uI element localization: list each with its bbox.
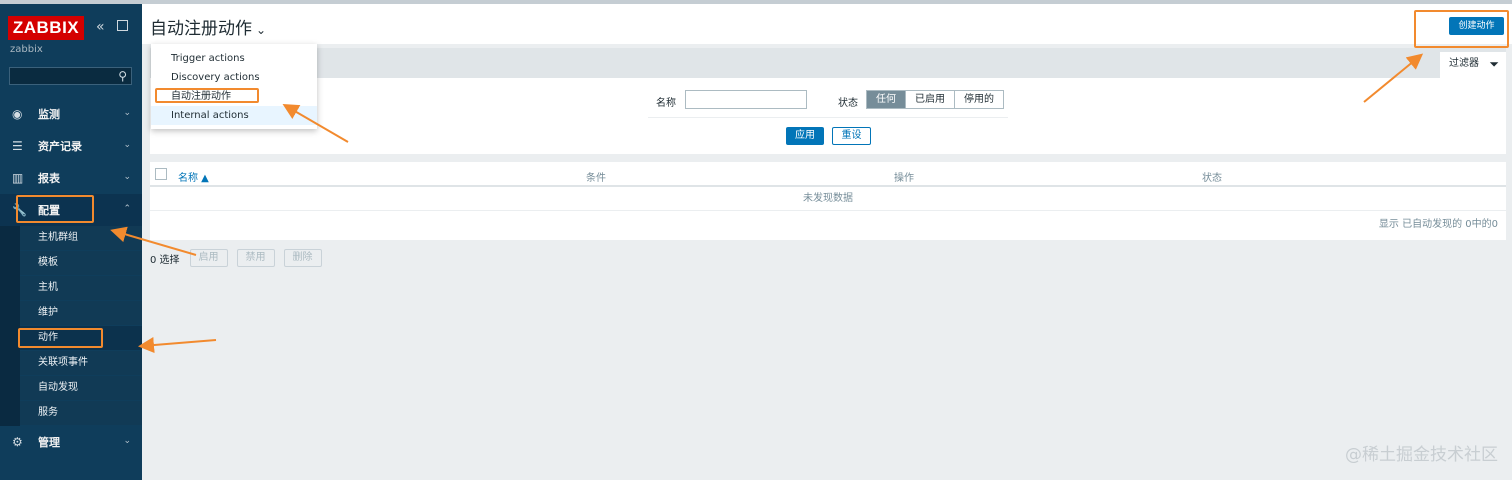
submenu-item-maintenance[interactable]: 维护 (20, 301, 142, 326)
menu-label: 管理 (38, 436, 60, 449)
filter-panel: 名称 状态 任何 已启用 停用的 应用 重设 (150, 78, 1506, 154)
filter-tabbar: 过滤器 ⏷ (150, 48, 1506, 78)
filter-divider (648, 117, 1008, 118)
dropdown-item-trigger-actions[interactable]: Trigger actions (151, 49, 317, 68)
submenu-item-hosts[interactable]: 主机 (20, 276, 142, 301)
column-status: 状态 (1202, 173, 1222, 184)
menu-label: 监测 (38, 108, 60, 121)
status-option-disabled[interactable]: 停用的 (955, 91, 1003, 108)
chevron-up-icon: ⌃ (123, 204, 131, 214)
mass-action-bar: 0 选择 启用 禁用 删除 (150, 249, 331, 267)
table-header: 名称 ▲ 条件 操作 状态 (150, 162, 1506, 187)
watermark: @稀土掘金技术社区 (1345, 445, 1498, 465)
menu-item-reports[interactable]: ▥ 报表 ⌄ (0, 162, 142, 194)
server-name: zabbix (10, 44, 43, 55)
status-option-any[interactable]: 任何 (867, 91, 906, 108)
action-type-dropdown: Trigger actions Discovery actions 自动注册动作… (151, 44, 317, 129)
filter-tab[interactable]: 过滤器 ⏷ (1440, 52, 1506, 78)
kiosk-mode-icon[interactable] (117, 20, 128, 31)
chevron-down-icon: ⌄ (123, 140, 131, 150)
select-all-checkbox[interactable] (155, 168, 167, 180)
column-operations: 操作 (894, 173, 914, 184)
highlight-create-button (1414, 10, 1509, 48)
column-name[interactable]: 名称 ▲ (178, 169, 209, 184)
configuration-submenu: 主机群组 模板 主机 维护 动作 关联项事件 自动发现 服务 (0, 226, 142, 426)
enable-button[interactable]: 启用 (189, 249, 228, 267)
submenu-item-event-correlation[interactable]: 关联项事件 (20, 351, 142, 376)
status-label: 状态 (838, 98, 858, 109)
menu-item-inventory[interactable]: ☰ 资产记录 ⌄ (0, 130, 142, 162)
menu-label: 报表 (38, 172, 60, 185)
arrow-to-actions-submenu (138, 337, 217, 354)
gear-icon: ⚙ (12, 435, 23, 449)
filter-icon: ⏷ (1489, 57, 1499, 71)
dropdown-item-internal-actions[interactable]: Internal actions (151, 106, 317, 125)
submenu-item-discovery[interactable]: 自动发现 (20, 376, 142, 401)
chevron-down-icon: ⌄ (123, 172, 131, 182)
menu-label: 资产记录 (38, 140, 82, 153)
page-header: 自动注册动作 ⌄ 创建动作 (142, 4, 1512, 44)
sidebar-search-input[interactable]: ⚲ (9, 67, 132, 85)
menu-item-administration[interactable]: ⚙ 管理 ⌄ (0, 426, 142, 458)
actions-table: 名称 ▲ 条件 操作 状态 未发现数据 显示 已自动发现的 0中的0 (150, 162, 1506, 240)
chevron-down-icon: ⌄ (123, 436, 131, 446)
chevron-down-icon: ⌄ (256, 23, 267, 37)
zabbix-logo[interactable]: ZABBIX (8, 16, 84, 40)
sidebar: ZABBIX « zabbix ⚲ ◉ 监测 ⌄ ☰ 资产记录 ⌄ ▥ 报表 ⌄… (0, 4, 142, 480)
column-conditions: 条件 (586, 173, 606, 184)
page-title-dropdown[interactable]: 自动注册动作 ⌄ (150, 14, 266, 39)
delete-button[interactable]: 删除 (283, 249, 322, 267)
highlight-autoregistration-item (155, 88, 259, 103)
filter-tab-label: 过滤器 (1449, 58, 1479, 69)
submenu-item-templates[interactable]: 模板 (20, 251, 142, 276)
logo-row: ZABBIX « (0, 4, 142, 44)
page-title: 自动注册动作 (150, 19, 252, 39)
menu-item-monitoring[interactable]: ◉ 监测 ⌄ (0, 98, 142, 130)
search-icon[interactable]: ⚲ (118, 69, 127, 83)
status-segmented-control: 任何 已启用 停用的 (866, 90, 1004, 109)
disable-button[interactable]: 禁用 (236, 249, 275, 267)
name-label: 名称 (656, 98, 676, 109)
reset-button[interactable]: 重设 (832, 127, 871, 145)
collapse-sidebar-icon[interactable]: « (96, 19, 105, 35)
bar-chart-icon: ▥ (12, 171, 24, 185)
name-filter-input[interactable] (685, 90, 807, 109)
highlight-configuration-menu (16, 195, 94, 223)
no-data-row: 未发现数据 (150, 187, 1506, 211)
selected-count: 0 选择 (150, 254, 180, 266)
list-icon: ☰ (12, 139, 23, 153)
main-menu: ◉ 监测 ⌄ ☰ 资产记录 ⌄ ▥ 报表 ⌄ 🔧 配置 ⌃ 主机群组 模板 主机… (0, 98, 142, 458)
apply-button[interactable]: 应用 (786, 127, 824, 145)
submenu-item-host-groups[interactable]: 主机群组 (20, 226, 142, 251)
highlight-actions-submenu (18, 328, 103, 348)
submenu-item-services[interactable]: 服务 (20, 401, 142, 426)
paging-info: 显示 已自动发现的 0中的0 (1378, 219, 1498, 230)
status-option-enabled[interactable]: 已启用 (906, 91, 955, 108)
eye-icon: ◉ (12, 107, 23, 121)
dropdown-item-discovery-actions[interactable]: Discovery actions (151, 68, 317, 87)
chevron-down-icon: ⌄ (123, 108, 131, 118)
